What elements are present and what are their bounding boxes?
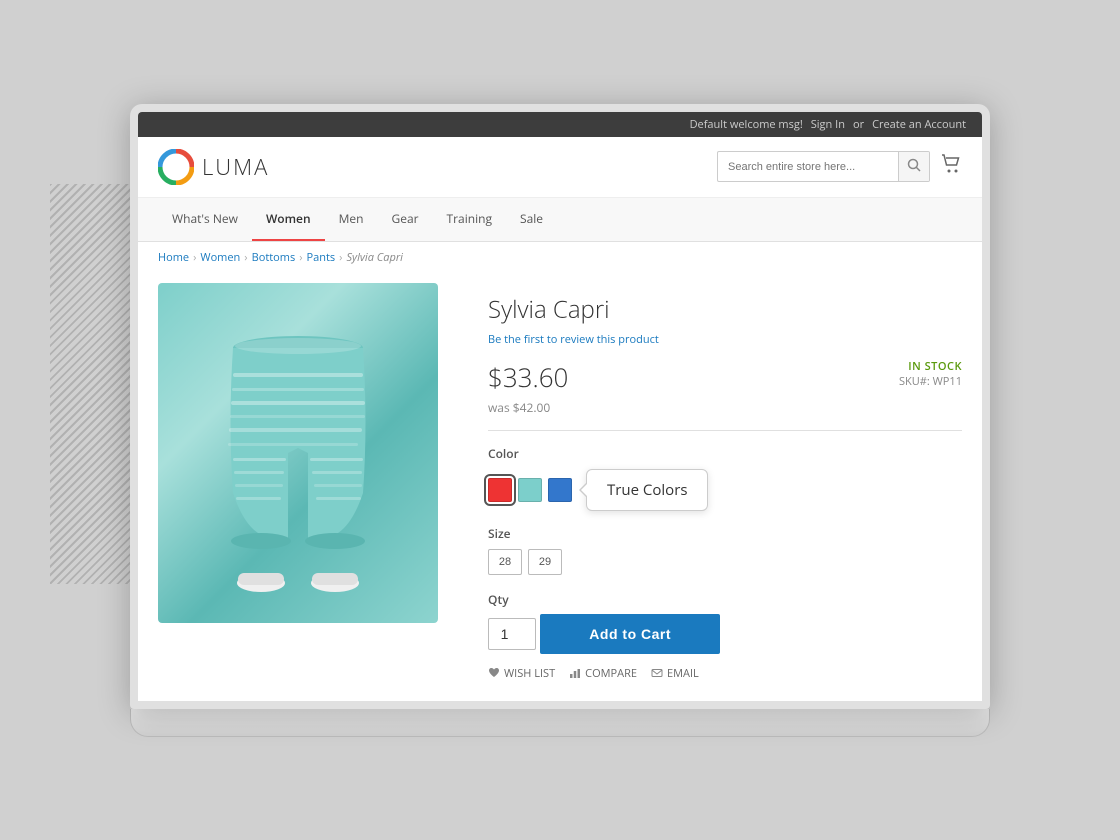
create-account-link[interactable]: Create an Account — [872, 117, 966, 132]
breadcrumb-women[interactable]: Women — [200, 250, 240, 265]
main-navigation: What's New Women Men Gear Training Sale — [138, 198, 982, 242]
breadcrumb-sep-4: › — [339, 250, 342, 265]
color-label: Color — [488, 445, 962, 462]
price-row: $33.60 IN STOCK SKU#: WP11 — [488, 359, 962, 395]
sign-in-link[interactable]: Sign In — [811, 117, 845, 132]
compare-link[interactable]: COMPARE — [569, 666, 637, 681]
size-label: Size — [488, 525, 962, 542]
breadcrumb-bottoms[interactable]: Bottoms — [252, 250, 296, 265]
qty-input[interactable] — [488, 618, 536, 650]
action-links: WISH LIST COMPARE — [488, 666, 962, 681]
sku: SKU#: WP11 — [899, 374, 962, 389]
divider — [488, 430, 962, 431]
sku-value: WP11 — [933, 374, 962, 389]
email-link[interactable]: EMAIL — [651, 666, 699, 681]
sku-label: SKU#: — [899, 374, 930, 389]
qty-label: Qty — [488, 591, 962, 608]
logo-icon — [158, 149, 194, 185]
stock-info: IN STOCK SKU#: WP11 — [899, 359, 962, 389]
stock-status: IN STOCK — [899, 359, 962, 374]
breadcrumb-sep-1: › — [193, 250, 196, 265]
search-input[interactable] — [718, 155, 898, 179]
breadcrumb-pants[interactable]: Pants — [307, 250, 336, 265]
add-to-cart-button[interactable]: Add to Cart — [540, 614, 720, 654]
nav-item-sale[interactable]: Sale — [506, 198, 557, 241]
nav-item-men[interactable]: Men — [325, 198, 378, 241]
breadcrumb-current: Sylvia Capri — [346, 250, 402, 265]
product-image — [158, 283, 438, 623]
header: LUMA — [138, 137, 982, 198]
nav-item-training[interactable]: Training — [433, 198, 506, 241]
product-page: Sylvia Capri Be the first to review this… — [138, 273, 982, 701]
or-text: or — [853, 117, 864, 132]
cart-icon — [940, 153, 962, 175]
color-tooltip: True Colors — [586, 469, 708, 511]
search-box[interactable] — [717, 151, 930, 182]
review-link[interactable]: Be the first to review this product — [488, 332, 962, 347]
laptop-wrapper: Default welcome msg! Sign In or Create a… — [130, 104, 990, 737]
product-title: Sylvia Capri — [488, 293, 962, 326]
welcome-message: Default welcome msg! — [690, 117, 803, 132]
laptop-screen: Default welcome msg! Sign In or Create a… — [130, 104, 990, 709]
search-icon — [907, 158, 921, 172]
color-swatch-red[interactable] — [488, 478, 512, 502]
size-button-29[interactable]: 29 — [528, 549, 562, 575]
email-icon — [651, 667, 663, 679]
breadcrumb: Home › Women › Bottoms › Pants › Sylvia … — [138, 242, 982, 273]
heart-icon — [488, 667, 500, 679]
was-price: was $42.00 — [488, 399, 962, 416]
nav-item-gear[interactable]: Gear — [377, 198, 432, 241]
color-swatch-teal[interactable] — [518, 478, 542, 502]
product-image-side — [158, 283, 458, 681]
color-swatch-blue[interactable] — [548, 478, 572, 502]
wish-list-link[interactable]: WISH LIST — [488, 666, 555, 681]
cart-button[interactable] — [940, 153, 962, 181]
chart-icon — [569, 667, 581, 679]
breadcrumb-sep-3: › — [299, 250, 302, 265]
size-buttons: 28 29 — [488, 549, 962, 575]
breadcrumb-home[interactable]: Home — [158, 250, 189, 265]
nav-item-women[interactable]: Women — [252, 198, 325, 241]
search-button[interactable] — [898, 152, 929, 181]
logo[interactable]: LUMA — [158, 149, 269, 185]
header-right — [717, 151, 962, 182]
top-bar: Default welcome msg! Sign In or Create a… — [138, 112, 982, 137]
tooltip-text: True Colors — [607, 480, 687, 500]
current-price: $33.60 — [488, 359, 568, 395]
laptop-base — [130, 709, 990, 737]
size-button-28[interactable]: 28 — [488, 549, 522, 575]
breadcrumb-sep-2: › — [244, 250, 247, 265]
product-details: Sylvia Capri Be the first to review this… — [458, 283, 962, 681]
product-image-svg — [178, 293, 418, 613]
nav-item-whats-new[interactable]: What's New — [158, 198, 252, 241]
logo-text: LUMA — [202, 152, 269, 182]
color-swatches: True Colors — [488, 469, 962, 511]
